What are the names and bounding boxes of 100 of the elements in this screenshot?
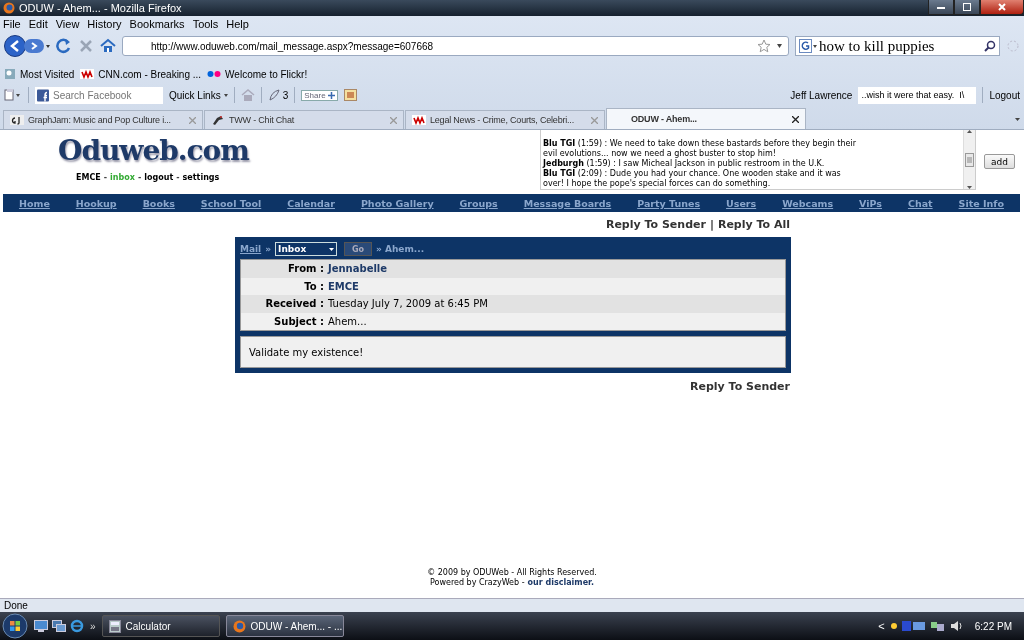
menu-item[interactable]: Help [226, 18, 249, 30]
quick-links-menu[interactable]: Quick Links [169, 89, 228, 101]
reply-link[interactable]: Reply To Sender [605, 218, 706, 231]
nav-link[interactable]: Webcams [782, 197, 834, 209]
search-field[interactable]: Search Facebook [51, 86, 163, 104]
folder-dropdown[interactable]: Inbox [275, 242, 338, 256]
search-icon[interactable] [984, 40, 996, 52]
reply-link[interactable]: Reply To Sender [690, 380, 790, 393]
desktop-icon[interactable] [34, 620, 48, 632]
browser-tab[interactable]: TWW - Chit Chat [204, 110, 404, 129]
field-value: Tuesday July 7, 2009 at 6:45 PM [328, 298, 488, 310]
caret-icon [329, 247, 335, 251]
field-value: Ahem... [328, 315, 367, 327]
minimize-icon [937, 4, 945, 10]
logout-link[interactable]: Logout [989, 89, 1020, 101]
reload-icon[interactable] [56, 38, 72, 54]
star-icon[interactable] [757, 39, 771, 53]
close-button[interactable] [980, 0, 1024, 15]
menu-item[interactable]: View [55, 18, 80, 30]
more-button[interactable]: » [90, 620, 96, 632]
link-separator: - [137, 173, 142, 182]
menu-item[interactable]: Edit [28, 18, 48, 30]
user-link[interactable]: EMCE [76, 173, 101, 182]
address-bar[interactable]: http://www.oduweb.com/mail_message.aspx?message=607668 [122, 36, 789, 56]
site-logo[interactable]: Oduweb.com [58, 136, 249, 166]
nav-link[interactable]: Site Info [958, 197, 1004, 209]
field-label: From : [287, 263, 325, 275]
browser-tab[interactable]: Legal News - Crime, Courts, Celebri... [405, 110, 605, 129]
browser-tab[interactable]: GraphJam: Music and Pop Culture i... [3, 110, 203, 129]
nav-link[interactable]: School Tool [200, 197, 262, 209]
minimize-button[interactable] [928, 0, 954, 15]
nav-link[interactable]: Message Boards [523, 197, 612, 209]
taskbar-button[interactable]: Calculator [101, 615, 220, 637]
user-link[interactable]: logout [144, 173, 174, 182]
bookmark-item[interactable]: Most Visited [4, 68, 75, 80]
share-button[interactable]: Share [301, 89, 338, 101]
tray-expand-button[interactable]: < [878, 620, 885, 632]
mail-link[interactable]: Mail [240, 244, 262, 254]
sender-link[interactable]: Jennabelle [328, 263, 388, 275]
go-button[interactable]: Go [344, 242, 373, 256]
field-label: To : [303, 280, 325, 292]
taskbar-button[interactable]: ODUW - Ahem... - ... [225, 615, 344, 637]
breadcrumb-current: » Ahem... [376, 244, 425, 254]
plus-icon [327, 91, 335, 99]
link-separator: | [709, 218, 714, 231]
close-icon[interactable] [792, 115, 799, 123]
user-link[interactable]: settings [182, 173, 220, 182]
message-body: Validate my existence! [240, 336, 786, 368]
dropdown-icon[interactable] [777, 44, 782, 48]
page-menu-icon[interactable] [4, 88, 22, 102]
browser-icon[interactable] [70, 619, 84, 633]
network-icon[interactable] [930, 620, 945, 632]
back-forward-icon[interactable] [4, 35, 50, 57]
feather-icon [267, 89, 280, 101]
maximize-button[interactable] [954, 0, 980, 15]
url-text: http://www.oduweb.com/mail_message.aspx?message=607668 [151, 40, 435, 52]
nav-link[interactable]: Users [726, 197, 757, 209]
menu-item[interactable]: History [87, 18, 122, 30]
nav-link[interactable]: Photo Gallery [360, 197, 434, 209]
add-button[interactable]: add [984, 154, 1015, 169]
volume-icon[interactable] [949, 620, 964, 632]
menu-item[interactable]: Tools [192, 18, 219, 30]
window-switch-icon[interactable] [52, 620, 66, 632]
caret-icon [1014, 118, 1020, 121]
nav-link[interactable]: Home [19, 197, 50, 209]
status-field[interactable]: ..wish it were that easy. I\ [858, 86, 977, 104]
link-separator: - [176, 173, 180, 182]
menu-item[interactable]: Bookmarks [129, 18, 185, 30]
bookmark-item[interactable]: CNN.com - Breaking ... [80, 68, 202, 80]
home-icon[interactable] [100, 38, 116, 54]
nav-link[interactable]: Groups [459, 197, 498, 209]
loading-icon [1006, 39, 1020, 53]
tray-icons-drawing[interactable] [889, 620, 926, 632]
sender-link[interactable]: EMCE [328, 280, 359, 292]
gj-icon [10, 115, 24, 125]
nav-link[interactable]: Chat [907, 197, 933, 209]
caret-icon [967, 186, 972, 189]
start-button-icon[interactable] [2, 613, 28, 639]
notifications-button[interactable]: 3 [267, 89, 289, 101]
menu-item[interactable]: File [3, 18, 21, 30]
scrollbar[interactable] [963, 130, 975, 189]
chat-message: Blu TGI (1:59) : We need to take down these bastards before they begin their evil evolutions... now we need a ghost buster to stop him! [543, 139, 857, 159]
chat-message: Jedburgh (1:59) : I saw Micheal Jackson in public restroom in the U.K. [543, 159, 826, 169]
nav-link[interactable]: Books [142, 197, 175, 209]
user-name: Jeff Lawrence [790, 89, 853, 101]
bookmark-item[interactable]: Welcome to Flickr! [207, 68, 308, 80]
browser-tab[interactable]: ODUW - Ahem... [606, 108, 806, 129]
nav-link[interactable]: Calendar [287, 197, 335, 209]
breadcrumb-arrow: » [265, 244, 272, 254]
clock[interactable]: 6:22 PM [974, 620, 1012, 632]
dots-icon [207, 70, 222, 78]
search-field[interactable]: how to kill puppies [795, 36, 1000, 56]
field-label: Received : [264, 298, 325, 310]
google-icon[interactable] [799, 39, 817, 53]
nav-link[interactable]: Hookup [75, 197, 117, 209]
disclaimer-link[interactable]: our disclaimer. [527, 578, 594, 588]
window-title: ODUW - Ahem... - Mozilla Firefox [19, 2, 183, 14]
nav-link[interactable]: Party Tunes [637, 197, 701, 209]
reply-link[interactable]: Reply To All [717, 218, 790, 231]
nav-link[interactable]: ViPs [859, 197, 882, 209]
